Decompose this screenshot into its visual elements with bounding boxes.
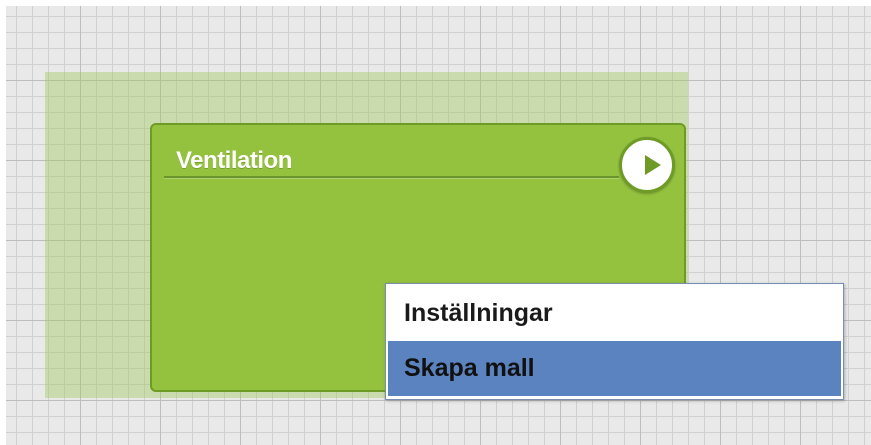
- menu-item-installningar[interactable]: Inställningar: [388, 286, 841, 341]
- menu-item-label: Skapa mall: [404, 354, 535, 382]
- menu-item-skapa-mall[interactable]: Skapa mall: [388, 341, 841, 396]
- menu-item-label: Inställningar: [404, 299, 553, 327]
- play-button[interactable]: [619, 137, 675, 193]
- play-icon: [645, 155, 661, 175]
- workflow-canvas[interactable]: Ventilation Inställningar Skapa mall: [6, 6, 871, 445]
- node-title-divider: [164, 176, 619, 178]
- context-menu: Inställningar Skapa mall: [385, 283, 844, 400]
- node-title: Ventilation: [176, 147, 292, 174]
